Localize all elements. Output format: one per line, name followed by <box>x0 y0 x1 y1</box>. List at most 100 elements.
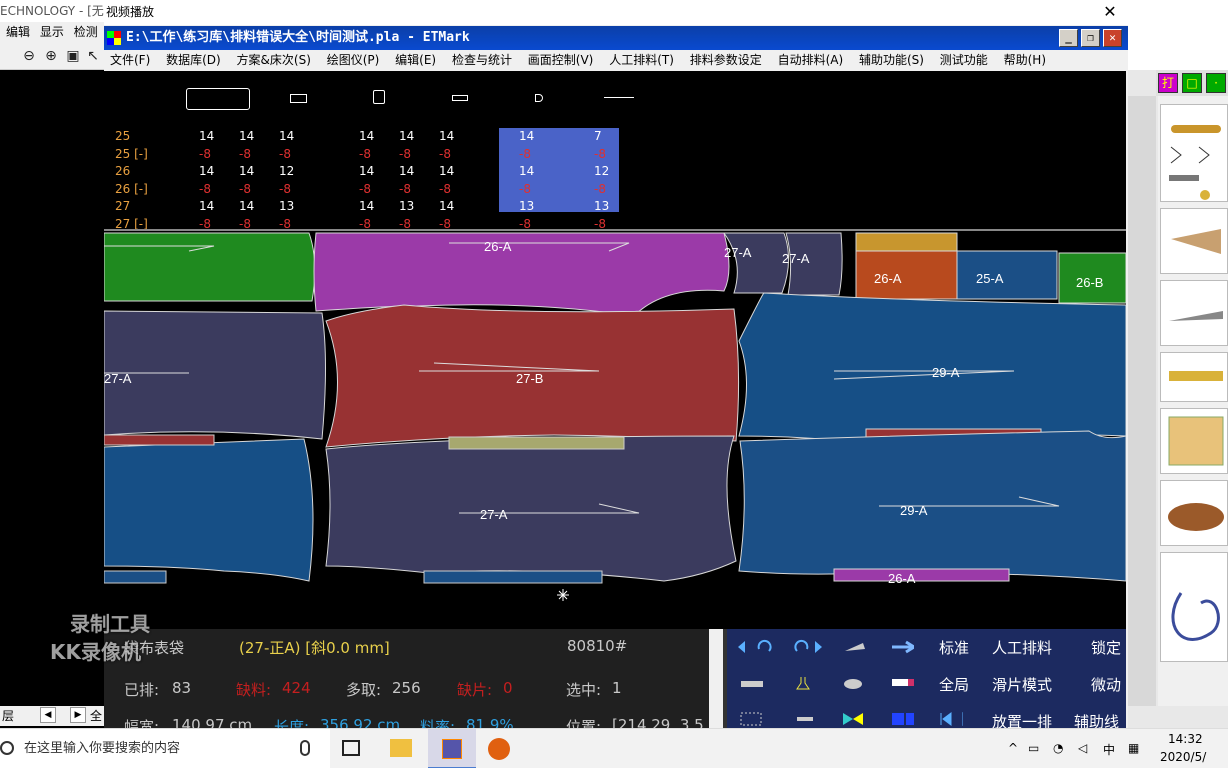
arrow-right-icon[interactable] <box>890 639 914 655</box>
menu-manual[interactable]: 人工排料(T) <box>609 53 674 67</box>
print-tool-button[interactable]: 打 <box>1158 73 1178 93</box>
blocks-icon[interactable] <box>890 711 914 727</box>
pen-tools-icon[interactable] <box>1160 104 1228 202</box>
extra-count: 256 <box>392 679 421 697</box>
piece-shape-icon[interactable] <box>535 94 543 102</box>
basket-tool-icon[interactable] <box>1160 480 1228 546</box>
piece-shape-icon[interactable] <box>604 97 634 98</box>
menu-plotter[interactable]: 绘图仪(P) <box>327 53 380 67</box>
knife-tool-icon[interactable] <box>1160 208 1228 274</box>
missing-count: 424 <box>282 679 311 697</box>
piece-shape-p2[interactable] <box>313 232 730 317</box>
clock-date[interactable]: 2020/5/ <box>1160 750 1206 764</box>
menu-file[interactable]: 文件(F) <box>110 53 150 67</box>
board-tool-icon[interactable] <box>1160 408 1228 474</box>
arrow-icon[interactable]: ↖ <box>84 47 102 65</box>
flask-icon[interactable] <box>793 675 817 691</box>
fold-icon[interactable] <box>843 639 867 655</box>
manual-layout-button[interactable]: 人工排料 <box>992 637 1052 658</box>
slide-mode-button[interactable]: 滑片模式 <box>992 674 1052 695</box>
hand-icon[interactable] <box>793 711 817 727</box>
zoom-in-icon[interactable]: ⊕ <box>42 47 60 65</box>
piece-shape-p12[interactable] <box>325 435 737 582</box>
ruler-tool-icon[interactable] <box>1160 352 1228 402</box>
piece-shape-icon[interactable] <box>373 90 385 104</box>
restore-icon[interactable]: ❐ <box>1081 29 1100 47</box>
save-icon[interactable]: ▣ <box>64 47 82 65</box>
minimize-icon[interactable]: _ <box>1059 29 1078 47</box>
menu-scheme[interactable]: 方案&床次(S) <box>237 53 311 67</box>
piece-shape-p16[interactable] <box>833 568 1010 582</box>
table-icon[interactable] <box>739 675 763 691</box>
piece-shape-p6[interactable] <box>855 250 958 300</box>
lock-button[interactable]: 锁定 <box>1091 637 1121 658</box>
size-row[interactable]: 26 [-] -8 -8 -8 -8 -8 -8 -8 -8 <box>104 181 724 198</box>
file-explorer-icon[interactable] <box>390 739 412 757</box>
menu-edit[interactable]: 编辑 <box>6 25 30 39</box>
piece-shape-p13[interactable] <box>104 438 314 582</box>
size-cell: 13 <box>519 199 535 213</box>
dot-tool-icon[interactable]: · <box>1206 73 1226 93</box>
task-view-icon[interactable] <box>342 740 360 756</box>
etmark-taskbar-item[interactable] <box>428 729 476 768</box>
wifi-icon[interactable]: ◔ <box>1053 741 1063 755</box>
piece-shape-p5[interactable] <box>855 232 958 252</box>
piece-shape-p3[interactable] <box>723 232 789 294</box>
background-app-title: ECHNOLOGY - [无 <box>0 0 104 22</box>
marker-canvas[interactable]: 26-A 27-A 27-A 26-A 25-A 26-B 27-A 27-B 29-A 27-A… <box>104 229 1126 629</box>
skip-icons[interactable] <box>939 711 963 727</box>
keyboard-icon[interactable]: ▦ <box>1128 741 1139 755</box>
nav-prev-icon[interactable]: ◀ <box>40 707 56 723</box>
standard-button[interactable]: 标准 <box>939 637 969 658</box>
size-row[interactable]: 26 14 14 12 14 14 14 14 12 <box>104 163 724 180</box>
volume-icon[interactable]: ◁ <box>1078 741 1087 755</box>
size-cell: -8 <box>439 146 451 161</box>
animal-icon[interactable] <box>841 675 865 691</box>
piece-shape-icon[interactable] <box>290 94 307 103</box>
ime-indicator[interactable]: 中 <box>1103 741 1115 758</box>
size-row[interactable]: 27 14 14 13 14 13 14 13 13 <box>104 198 724 215</box>
microphone-icon[interactable] <box>300 740 310 756</box>
piece-shape-icon[interactable] <box>186 88 250 110</box>
chevron-up-icon[interactable]: ^ <box>1008 741 1018 755</box>
menu-help[interactable]: 帮助(H) <box>1004 53 1046 67</box>
recorder-watermark: 录制工具 KK录像机 <box>50 610 150 666</box>
piece-shape-p1[interactable] <box>104 232 316 302</box>
menu-view[interactable]: 画面控制(V) <box>528 53 594 67</box>
zoom-select-icon[interactable] <box>739 711 763 727</box>
menu-auto[interactable]: 自动排料(A) <box>778 53 844 67</box>
menu-database[interactable]: 数据库(D) <box>166 53 221 67</box>
redo-icon[interactable] <box>787 639 811 655</box>
micro-move-button[interactable]: 微动 <box>1091 674 1121 695</box>
taskbar-search[interactable]: 在这里输入你要搜索的内容 <box>0 729 330 768</box>
size-row[interactable]: 25 14 14 14 14 14 14 14 7 <box>104 128 724 145</box>
rect-tool-icon[interactable]: □ <box>1182 73 1202 93</box>
menu-test[interactable]: 测试功能 <box>940 53 988 67</box>
menu-display[interactable]: 显示 <box>40 25 64 39</box>
menu-detect[interactable]: 检测 <box>74 25 98 39</box>
menu-edit[interactable]: 编辑(E) <box>395 53 436 67</box>
eraser-icon[interactable] <box>890 675 914 691</box>
size-cell: 14 <box>239 199 255 213</box>
taskbar: 在这里输入你要搜索的内容 ^ ▭ ◔ ◁ 中 ▦ 14:32 2020/5/ <box>0 728 1228 768</box>
recorder-taskbar-icon[interactable] <box>488 738 510 760</box>
piece-shape-p7[interactable] <box>956 250 1058 300</box>
global-button[interactable]: 全局 <box>939 674 969 695</box>
menu-aux[interactable]: 辅助功能(S) <box>859 53 924 67</box>
piece-shape-p9[interactable] <box>104 310 326 440</box>
close-window-icon[interactable]: ✕ <box>1103 29 1122 47</box>
next-icon[interactable] <box>809 639 833 655</box>
tape-measure-icon[interactable] <box>1160 552 1228 662</box>
zoom-out-icon[interactable]: ⊖ <box>20 47 38 65</box>
blade-tool-icon[interactable] <box>1160 280 1228 346</box>
clock-time[interactable]: 14:32 <box>1168 732 1203 746</box>
nav-next-icon[interactable]: ▶ <box>70 707 86 723</box>
size-row[interactable]: 25 [-] -8 -8 -8 -8 -8 -8 -8 -8 <box>104 146 724 163</box>
piece-shape-icon[interactable] <box>452 95 468 101</box>
menu-check[interactable]: 检查与统计 <box>452 53 512 67</box>
menu-params[interactable]: 排料参数设定 <box>690 53 762 67</box>
battery-icon[interactable]: ▭ <box>1028 741 1039 755</box>
undo-icon[interactable] <box>755 639 779 655</box>
flip-icon[interactable] <box>841 711 865 727</box>
close-icon[interactable]: ✕ <box>1100 2 1120 22</box>
